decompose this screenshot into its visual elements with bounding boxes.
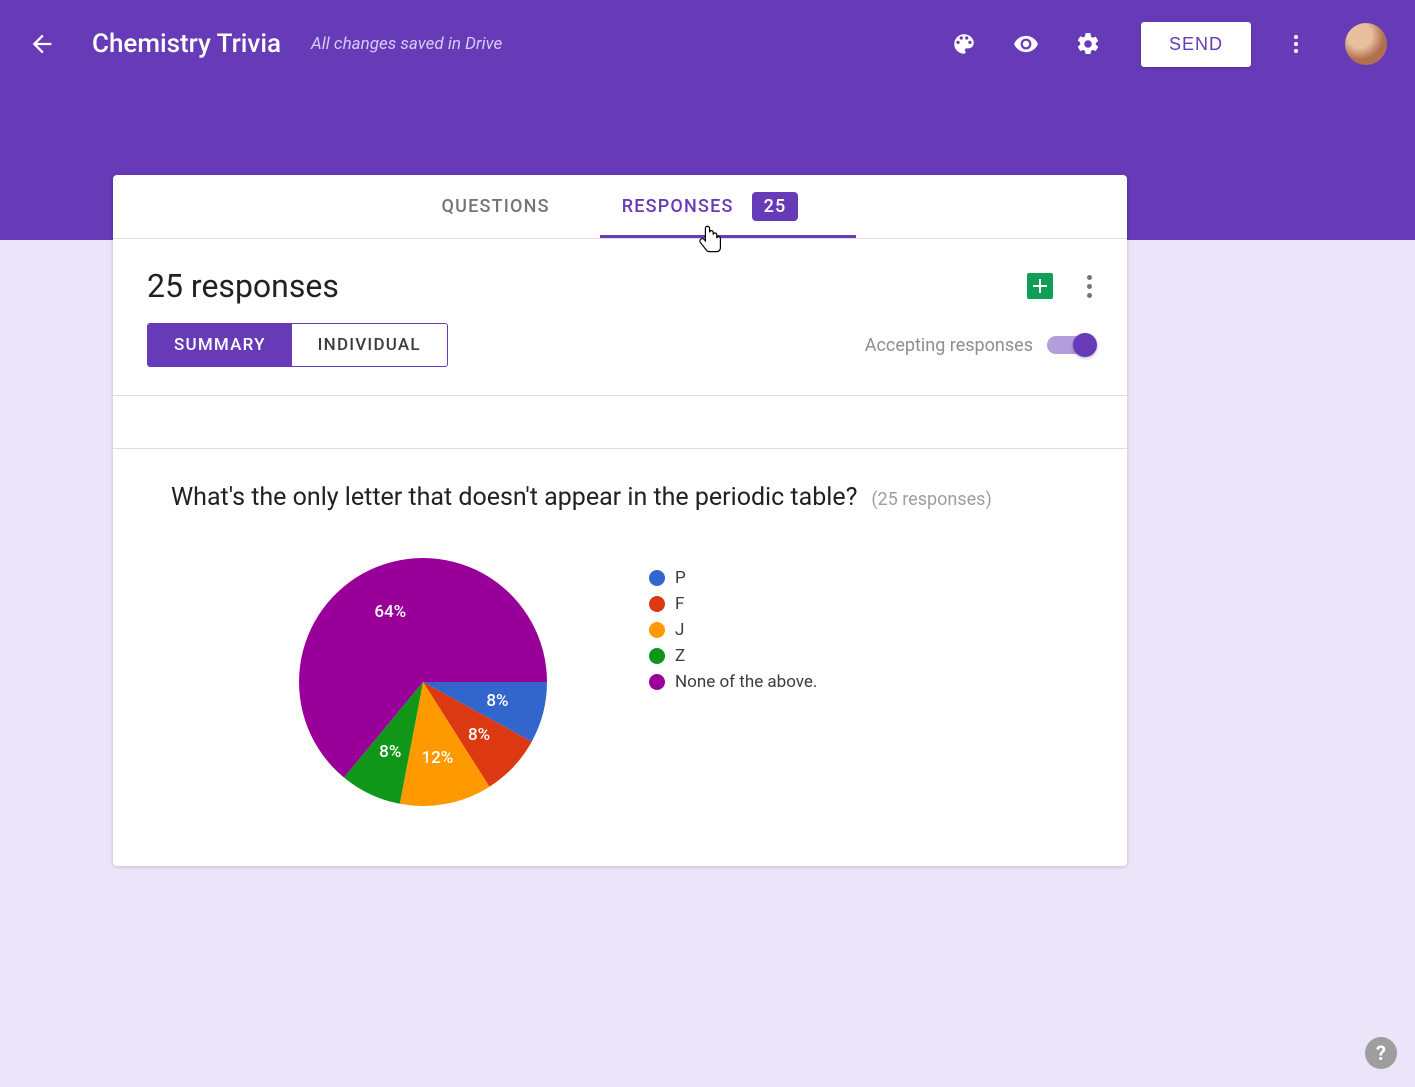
pie-slice-label: 8% xyxy=(486,691,508,711)
topbar: Chemistry Trivia All changes saved in Dr… xyxy=(0,0,1415,88)
cursor-hand-icon xyxy=(697,224,727,260)
legend-item: F xyxy=(649,594,817,614)
responses-more-icon[interactable] xyxy=(1081,269,1093,304)
help-icon[interactable]: ? xyxy=(1365,1037,1397,1069)
legend-label: J xyxy=(675,620,684,640)
save-status: All changes saved in Drive xyxy=(311,34,502,54)
legend-item: Z xyxy=(649,646,817,666)
legend-swatch xyxy=(649,648,665,664)
accepting-responses-toggle[interactable] xyxy=(1047,336,1093,354)
pie-slice-label: 8% xyxy=(468,725,490,745)
responses-count-title: 25 responses xyxy=(147,267,339,305)
pie-legend: P F J Z None of the above. xyxy=(649,568,817,698)
question-count: (25 responses) xyxy=(871,489,991,510)
preview-eye-icon[interactable] xyxy=(1013,31,1039,57)
main-card: QUESTIONS RESPONSES 25 25 responses SUMM… xyxy=(113,175,1127,866)
back-arrow-icon[interactable] xyxy=(28,30,56,58)
account-avatar[interactable] xyxy=(1345,23,1387,65)
legend-label: None of the above. xyxy=(675,672,817,692)
pie-slice-label: 12% xyxy=(421,748,453,768)
responses-controls: SUMMARY INDIVIDUAL Accepting responses xyxy=(113,323,1127,395)
accepting-responses-label: Accepting responses xyxy=(865,335,1033,356)
pie-slice-label: 64% xyxy=(374,602,406,622)
settings-gear-icon[interactable] xyxy=(1075,31,1101,57)
legend-item: J xyxy=(649,620,817,640)
legend-swatch xyxy=(649,596,665,612)
legend-label: F xyxy=(675,594,684,614)
chart-area: 8% 8% 12% 8% 64% P F J Z None of the above. xyxy=(171,558,1069,806)
legend-swatch xyxy=(649,570,665,586)
pie-slice-label: 8% xyxy=(379,742,401,762)
pie-chart: 8% 8% 12% 8% 64% xyxy=(299,558,547,806)
legend-label: Z xyxy=(675,646,685,666)
legend-label: P xyxy=(675,568,686,588)
tabs: QUESTIONS RESPONSES 25 xyxy=(113,175,1127,239)
responses-header: 25 responses xyxy=(113,239,1127,323)
question-block: What's the only letter that doesn't appe… xyxy=(113,449,1127,866)
individual-button[interactable]: INDIVIDUAL xyxy=(292,324,447,366)
legend-swatch xyxy=(649,674,665,690)
spacer xyxy=(113,396,1127,448)
more-vert-icon[interactable] xyxy=(1283,31,1309,57)
sheets-icon[interactable] xyxy=(1027,273,1053,299)
form-title[interactable]: Chemistry Trivia xyxy=(92,29,281,59)
summary-button[interactable]: SUMMARY xyxy=(148,324,292,366)
view-toggle: SUMMARY INDIVIDUAL xyxy=(147,323,448,367)
responses-badge: 25 xyxy=(752,192,799,221)
tab-questions[interactable]: QUESTIONS xyxy=(426,175,566,238)
palette-icon[interactable] xyxy=(951,31,977,57)
question-text: What's the only letter that doesn't appe… xyxy=(171,483,857,512)
legend-swatch xyxy=(649,622,665,638)
legend-item: P xyxy=(649,568,817,588)
legend-item: None of the above. xyxy=(649,672,817,692)
send-button[interactable]: SEND xyxy=(1141,22,1251,67)
tab-responses-label: RESPONSES xyxy=(622,196,734,217)
